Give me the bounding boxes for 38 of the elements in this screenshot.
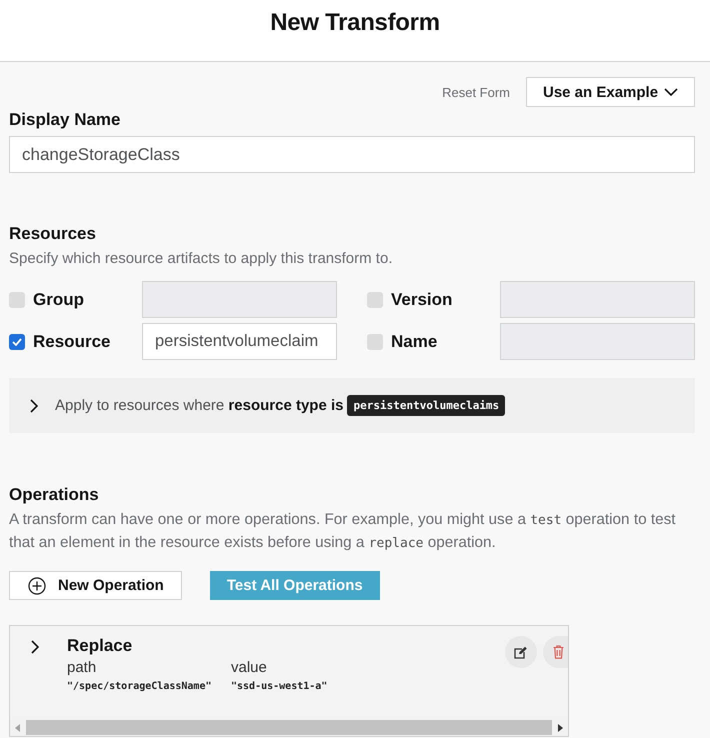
- code-label: persistentvolumeclaims: [347, 395, 506, 416]
- trash-icon: [553, 645, 564, 659]
- edit-button[interactable]: [505, 636, 537, 668]
- checkbox-label: Version: [391, 290, 452, 310]
- example-dropdown[interactable]: Use an Example: [526, 77, 695, 107]
- delete-button[interactable]: [543, 636, 568, 668]
- filter-summary: Apply to resources where resource type is: [55, 397, 344, 414]
- scroll-left-icon[interactable]: [15, 724, 20, 732]
- page-title: New Transform: [270, 8, 440, 38]
- checkbox-label: Group: [33, 290, 84, 310]
- column-value: "/spec/storageClassName": [67, 680, 212, 694]
- operation-title: Replace: [67, 635, 134, 657]
- text-field[interactable]: persistentvolumeclaim: [142, 323, 337, 360]
- section-heading: Operations: [9, 484, 100, 506]
- checkbox-label: Resource: [33, 332, 110, 352]
- reset-form-link[interactable]: Reset Form: [442, 84, 510, 100]
- chevron-right-icon[interactable]: [31, 640, 39, 654]
- field-label: Display Name: [9, 109, 122, 131]
- checkbox[interactable]: [367, 334, 383, 350]
- checkbox[interactable]: [9, 334, 25, 350]
- chevron-down-icon: [664, 88, 678, 96]
- column-label: value: [231, 658, 268, 678]
- checkbox[interactable]: [367, 292, 383, 308]
- add-button[interactable]: New Operation: [9, 571, 182, 600]
- check-icon: [12, 338, 22, 346]
- section-heading: Resources: [9, 223, 97, 245]
- scrollbar-thumb[interactable]: [26, 720, 552, 735]
- checkbox-label: Name: [391, 332, 438, 352]
- column-value: "ssd-us-west1-a": [231, 680, 328, 694]
- display-name-field[interactable]: changeStorageClass: [9, 136, 695, 173]
- edit-icon: [514, 646, 528, 658]
- checkbox[interactable]: [9, 292, 25, 308]
- column-label: path: [67, 658, 98, 678]
- section-description: A transform can have one or more operations. For example, you might use a test operation to test that an element in the resource exists before using a replace operation.: [9, 510, 676, 553]
- scroll-right-icon[interactable]: [558, 724, 563, 732]
- section-description: Specify which resource artifacts to apply this transform to.: [9, 249, 394, 269]
- plus-circle-icon: [28, 576, 46, 594]
- chevron-right-icon[interactable]: [30, 398, 38, 412]
